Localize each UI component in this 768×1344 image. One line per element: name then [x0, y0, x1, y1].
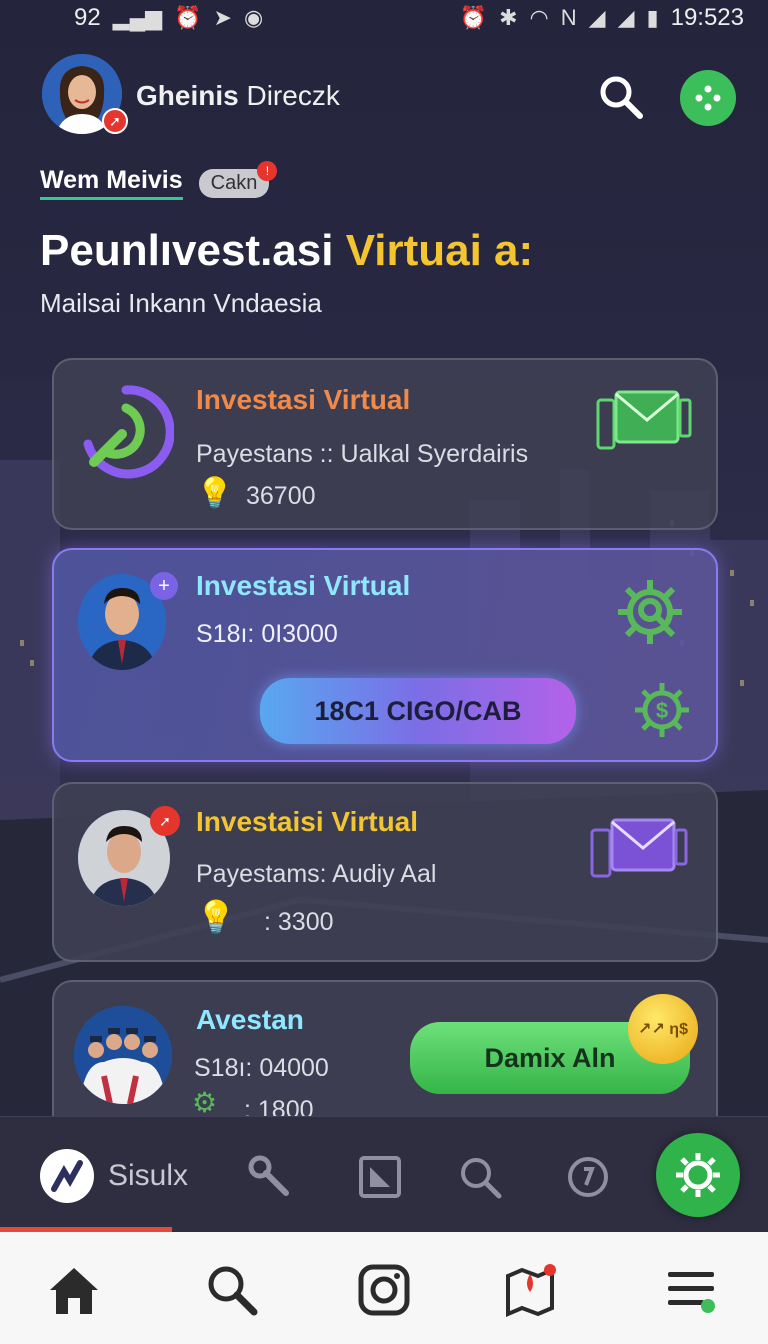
gear-dollar-icon: ⚙: [192, 1087, 218, 1116]
card-value: : 1800: [244, 1096, 314, 1116]
image-icon[interactable]: [356, 1153, 404, 1201]
key-icon[interactable]: [246, 1153, 294, 1201]
action-button[interactable]: 18C1 CIGO/CAB: [260, 678, 576, 744]
header-name: Gheinis Direczk: [136, 80, 340, 112]
status-bar: 92 ▂▄▆ ⏰ ➤ ◉ ⏰ ✱ ◠ N ◢ ◢ ▮ 19:523: [0, 0, 768, 36]
signal-icon: ◢: [588, 5, 606, 30]
card-title: Investasi Virtual: [196, 384, 411, 415]
alarm-icon: ⏰: [459, 5, 488, 30]
lightbulb-icon: 💡: [196, 899, 236, 935]
subtitle-row: Wem Meivis Cakn !: [40, 160, 278, 200]
email-device-icon: [590, 818, 688, 878]
signal-icon: ◢: [617, 5, 635, 30]
page-subtitle: Mailsai Inkann Vndaesia: [40, 288, 322, 318]
settings-fab[interactable]: [656, 1133, 740, 1217]
alarm-icon: ⏰: [174, 5, 202, 30]
card-description: S18ı: 0I3000: [196, 620, 338, 648]
bluetooth-icon: ✱: [499, 5, 518, 30]
profile-avatar[interactable]: ➚: [42, 54, 128, 134]
card-title: Avestan: [196, 1004, 304, 1035]
avatar-group: [74, 1006, 172, 1104]
group-portrait-icon: [74, 1006, 172, 1104]
card-value: : 3300: [264, 908, 334, 936]
battery-icon: ▮: [646, 5, 659, 30]
mute-icon: N: [560, 5, 577, 30]
investment-card[interactable]: ➚ Investaisi Virtual Payestams: Audiy Aa…: [52, 782, 718, 962]
lightbulb-icon: 💡: [196, 477, 234, 510]
card-description: Payestams: Audiy Aal: [196, 860, 437, 888]
apps-button[interactable]: [680, 70, 736, 126]
signal-icon: ▂▄▆: [112, 5, 163, 30]
gear-icon: [676, 1153, 720, 1197]
map-icon[interactable]: [502, 1262, 558, 1318]
page-title: Peunlıvest.asi Virtuai a:: [40, 226, 533, 276]
page-title-main: Peunlıvest.asi: [40, 226, 346, 275]
header-name-first: Gheinis: [136, 80, 239, 111]
card-value: 36700: [246, 482, 316, 510]
notification-badge: ➚: [102, 108, 128, 134]
secondary-toolbar: Sisulx: [0, 1116, 768, 1232]
section-tab-label[interactable]: Wem Meivis: [40, 166, 183, 200]
wifi-icon: ◠: [529, 5, 549, 30]
app-logo-icon[interactable]: [40, 1149, 94, 1203]
investment-card-active[interactable]: + Investasi Virtual S18ı: 0I3000 18C1 CI…: [52, 548, 718, 762]
status-bar-right: ⏰ ✱ ◠ N ◢ ◢ ▮ 19:523: [460, 4, 744, 32]
history-icon[interactable]: [564, 1153, 612, 1201]
location-icon: ➤: [213, 5, 232, 30]
trend-badge-icon: ➚: [150, 806, 180, 836]
status-time: 19:523: [670, 4, 744, 31]
email-device-icon: [596, 390, 692, 450]
bottom-navigation: [0, 1232, 768, 1344]
record-icon: ◉: [243, 5, 264, 30]
gear-dollar-icon: $: [635, 683, 689, 737]
gear-search-icon: [618, 580, 682, 644]
camera-icon[interactable]: [356, 1262, 412, 1318]
search-button[interactable]: [598, 74, 644, 120]
chip-badge: !: [257, 160, 278, 181]
header-name-rest: Direczk: [238, 80, 340, 111]
card-description: S18ı: 04000: [194, 1054, 329, 1082]
page-title-highlight: Virtuai a:: [345, 226, 534, 275]
add-icon: +: [150, 572, 178, 600]
svg-text:$: $: [656, 698, 668, 723]
investment-card[interactable]: Avestan S18ı: 04000 ⚙ : 1800 Damix Aln: [52, 980, 718, 1116]
logo-mark-icon: [51, 1160, 83, 1192]
search-icon: [600, 76, 643, 119]
search-icon[interactable]: [456, 1153, 504, 1201]
investment-card[interactable]: Investasi Virtual Payestans :: Ualkal Sy…: [52, 358, 718, 530]
status-left-text: 92: [74, 4, 101, 31]
status-bar-left: 92 ▂▄▆ ⏰ ➤ ◉: [74, 4, 263, 32]
card-title: Investasi Virtual: [196, 570, 411, 601]
chip-label: Cakn: [210, 171, 258, 194]
search-icon[interactable]: [204, 1262, 260, 1318]
dock-label[interactable]: Sisulx: [108, 1159, 188, 1193]
card-description: Payestans :: Ualkal Syerdairis: [196, 440, 529, 468]
menu-icon[interactable]: [664, 1262, 720, 1318]
dots-icon: [695, 85, 721, 111]
filter-chip[interactable]: Cakn !: [198, 160, 278, 198]
home-icon[interactable]: [46, 1262, 102, 1318]
card-title: Investaisi Virtual: [196, 806, 419, 837]
coin-icon: ↗↗ η$: [628, 994, 698, 1064]
signal-arc-icon: [83, 385, 174, 479]
